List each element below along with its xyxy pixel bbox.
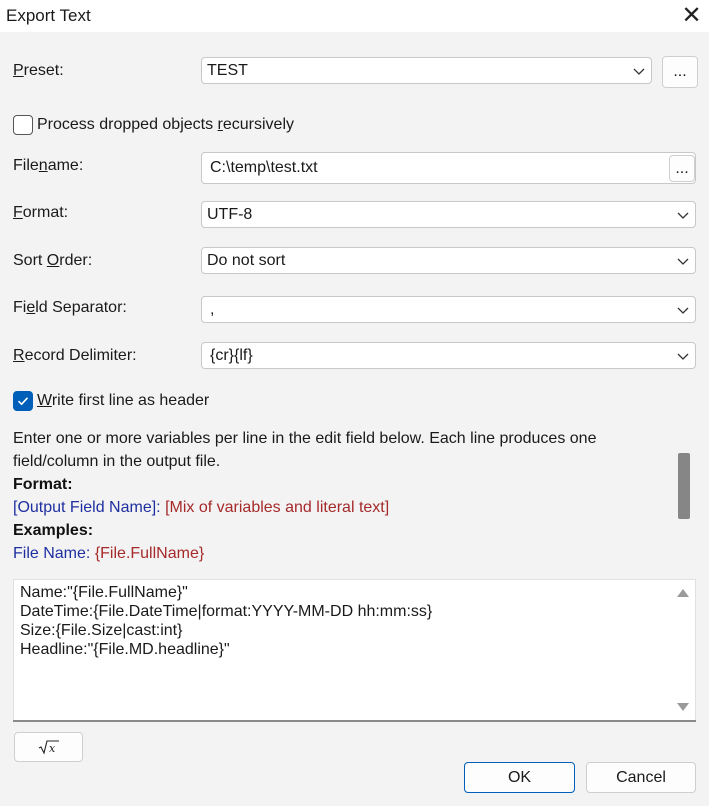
help-line-1: Enter one or more variables per line in … [13, 430, 597, 447]
format-value: UTF-8 [207, 206, 253, 223]
format-syntax: [Output Field Name]: [Mix of variables a… [13, 499, 389, 517]
square-root-x-icon: x [38, 740, 59, 755]
format-label: Format: [13, 204, 69, 221]
filename-label: Filename: [13, 157, 84, 174]
variables-editor[interactable]: Name:"{File.FullName}" DateTime:{File.Da… [13, 579, 696, 721]
window-title: Export Text [6, 6, 91, 25]
insert-variable-button[interactable]: x [14, 732, 83, 762]
preset-label: Preset: [13, 62, 64, 79]
format-combo[interactable]: UTF-8 [201, 201, 696, 228]
examples-heading: Examples: [13, 522, 94, 539]
filename-field[interactable]: C:\temp\test.txt [201, 152, 696, 184]
example-value-text: {File.FullName} [94, 545, 205, 562]
filename-value: C:\temp\test.txt [210, 159, 318, 176]
recursive-label: Process dropped objects recursively [37, 116, 295, 133]
preset-combo[interactable]: TEST [201, 57, 652, 84]
format-heading: Format: [13, 476, 73, 493]
chevron-down-icon [677, 307, 689, 314]
record-delimiter-value: {cr}{lf} [210, 347, 253, 364]
ok-button[interactable]: OK [464, 762, 575, 793]
editor-line: Name:"{File.FullName}" [20, 584, 188, 601]
help-scrollbar-thumb[interactable] [678, 453, 690, 519]
chevron-down-icon [633, 68, 645, 75]
sort-order-label: Sort Order: [13, 252, 93, 269]
field-separator-value: , [210, 301, 215, 318]
format-mix-text: [Mix of variables and literal text] [165, 499, 390, 516]
sort-order-combo[interactable]: Do not sort [201, 247, 696, 274]
recursive-checkbox[interactable] [13, 115, 33, 135]
chevron-down-icon [677, 353, 689, 360]
scroll-up-icon[interactable] [677, 589, 689, 597]
scroll-down-icon[interactable] [677, 703, 689, 711]
title-bar: Export Text ✕ [0, 0, 709, 32]
record-delimiter-label: Record Delimiter: [13, 347, 137, 364]
example-line: File Name: {File.FullName} [13, 545, 204, 563]
example-name-text: File Name: [13, 545, 91, 562]
chevron-down-icon [677, 258, 689, 265]
help-line-2: field/column in the output file. [13, 453, 221, 470]
checkmark-icon [17, 397, 29, 406]
editor-line: DateTime:{File.DateTime|format:YYYY-MM-D… [20, 603, 433, 620]
filename-browse-button[interactable]: ... [669, 155, 695, 182]
cancel-button[interactable]: Cancel [586, 762, 696, 793]
editor-line: Headline:"{File.MD.headline}" [20, 641, 230, 658]
header-label: Write first line as header [37, 392, 210, 409]
preset-value: TEST [207, 62, 248, 79]
field-separator-combo[interactable]: , [201, 296, 696, 323]
sort-order-value: Do not sort [207, 252, 286, 269]
editor-line: Size:{File.Size|cast:int} [20, 622, 183, 639]
record-delimiter-combo[interactable]: {cr}{lf} [201, 342, 696, 369]
field-separator-label: Field Separator: [13, 299, 127, 316]
editor-border [13, 720, 696, 722]
header-checkbox[interactable] [13, 391, 33, 411]
format-field-text: [Output Field Name]: [13, 499, 161, 516]
preset-manage-button[interactable]: ... [662, 56, 698, 88]
svg-text:x: x [49, 742, 56, 755]
chevron-down-icon [677, 212, 689, 219]
export-text-dialog: Export Text ✕ Preset: TEST ... Process d… [0, 0, 709, 806]
close-icon[interactable]: ✕ [674, 0, 709, 32]
